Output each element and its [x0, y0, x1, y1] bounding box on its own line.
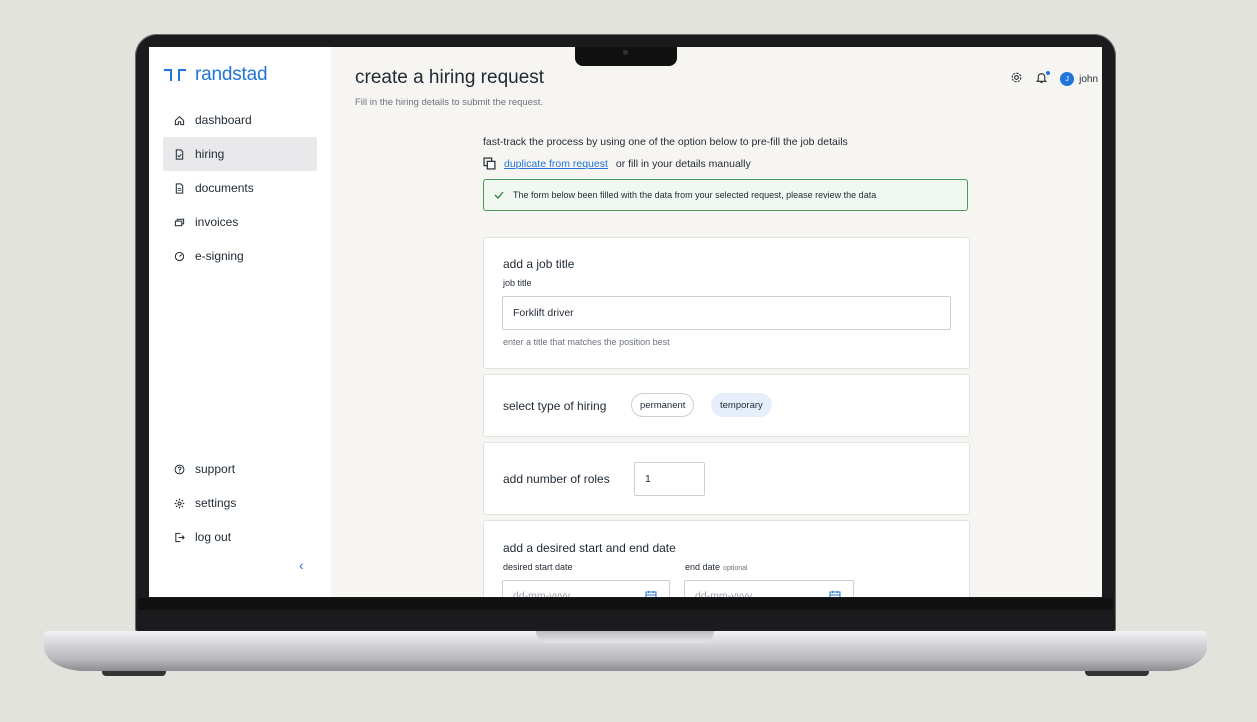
sidebar-item-support[interactable]: support — [163, 452, 317, 486]
alert-message: The form below been filled with the data… — [513, 190, 877, 200]
prefill-success-alert: The form below been filled with the data… — [483, 179, 968, 211]
sidebar-item-log-out[interactable]: log out — [163, 520, 317, 554]
roles-card: add number of roles 1 — [483, 442, 970, 515]
collapse-sidebar-button[interactable]: ‹ — [299, 557, 304, 573]
hiring-type-temporary-chip[interactable]: temporary — [711, 393, 772, 417]
sidebar-item-invoices[interactable]: invoices — [163, 205, 317, 239]
settings-button[interactable] — [1010, 71, 1023, 87]
job-title-hint: enter a title that matches the position … — [503, 337, 670, 347]
copy-icon — [483, 157, 496, 170]
dates-card: add a desired start and end date desired… — [483, 520, 970, 597]
brand-name: randstad — [195, 64, 268, 85]
optional-tag: optional — [723, 565, 748, 572]
roles-heading: add number of roles — [503, 472, 610, 486]
job-title-heading: add a job title — [503, 257, 575, 271]
page-title: create a hiring request — [355, 67, 545, 88]
user-menu[interactable]: J john — [1060, 72, 1098, 86]
home-icon — [173, 114, 185, 126]
camera-notch — [575, 47, 677, 66]
sidebar-bottom-nav: support settings log out — [163, 452, 317, 554]
laptop-opening-notch — [536, 631, 714, 643]
laptop-foot-left — [102, 671, 166, 676]
top-bar: J john — [1010, 71, 1098, 87]
hiring-type-permanent-chip[interactable]: permanent — [631, 393, 695, 417]
logout-icon — [173, 531, 185, 543]
check-icon — [494, 191, 504, 199]
calendar-icon — [645, 591, 657, 597]
notification-dot — [1046, 71, 1051, 75]
sidebar-item-documents[interactable]: documents — [163, 171, 317, 205]
end-date-placeholder: dd-mm-yyyy — [695, 590, 753, 597]
signature-icon — [173, 250, 185, 262]
job-title-card: add a job title job title Forklift drive… — [483, 237, 970, 369]
sidebar-item-label: dashboard — [195, 113, 252, 127]
invoice-icon — [173, 216, 185, 228]
help-icon — [173, 463, 185, 475]
start-date-placeholder: dd-mm-yyyy — [513, 590, 571, 597]
sidebar-item-hiring[interactable]: hiring — [163, 137, 317, 171]
job-title-input[interactable]: Forklift driver — [502, 296, 951, 330]
sidebar-item-label: documents — [195, 181, 254, 195]
main-content: create a hiring request Fill in the hiri… — [331, 47, 1102, 597]
sidebar-nav: dashboard hiring documents invoices e-si… — [163, 103, 317, 273]
sidebar-item-label: hiring — [195, 147, 225, 161]
sidebar-item-dashboard[interactable]: dashboard — [163, 103, 317, 137]
prefill-options: duplicate from request or fill in your d… — [483, 157, 751, 170]
sidebar-item-e-signing[interactable]: e-signing — [163, 239, 317, 273]
page-subtitle: Fill in the hiring details to submit the… — [355, 97, 543, 108]
sidebar-item-label: invoices — [195, 215, 239, 229]
sidebar-item-label: e-signing — [195, 249, 244, 263]
gear-icon — [173, 497, 185, 509]
hiring-type-card: select type of hiring permanent temporar… — [483, 374, 970, 437]
notifications-button[interactable] — [1035, 71, 1051, 87]
gear-icon — [1011, 72, 1022, 83]
document-check-icon — [173, 148, 185, 160]
end-date-label-group: end date optional — [685, 562, 748, 572]
start-date-label: desired start date — [503, 562, 573, 572]
roles-input[interactable]: 1 — [634, 462, 705, 496]
dates-heading: add a desired start and end date — [503, 541, 676, 555]
sidebar-item-label: support — [195, 462, 236, 476]
user-name: john — [1079, 73, 1098, 85]
end-date-input[interactable]: dd-mm-yyyy — [684, 580, 854, 597]
randstad-logo-icon — [164, 69, 186, 81]
duplicate-from-request-link[interactable]: duplicate from request — [504, 158, 608, 170]
sidebar: randstad dashboard hiring documents invo… — [149, 47, 331, 597]
prefill-intro: fast-track the process by using one of t… — [483, 136, 848, 148]
document-icon — [173, 182, 185, 194]
app-screen: randstad dashboard hiring documents invo… — [149, 47, 1102, 597]
laptop-bezel — [138, 598, 1113, 610]
avatar: J — [1060, 72, 1075, 86]
laptop-foot-right — [1085, 671, 1149, 676]
end-date-label: end date — [685, 562, 721, 572]
camera-icon — [623, 50, 628, 55]
calendar-icon — [829, 591, 841, 597]
start-date-input[interactable]: dd-mm-yyyy — [502, 580, 670, 597]
sidebar-item-label: log out — [195, 530, 232, 544]
brand-logo[interactable]: randstad — [163, 64, 268, 86]
chevron-left-icon: ‹ — [299, 557, 304, 573]
job-title-label: job title — [503, 278, 532, 288]
manual-fill-text: or fill in your details manually — [615, 157, 751, 170]
sidebar-item-label: settings — [195, 496, 237, 510]
sidebar-item-settings[interactable]: settings — [163, 486, 317, 520]
hiring-type-heading: select type of hiring — [503, 399, 607, 413]
